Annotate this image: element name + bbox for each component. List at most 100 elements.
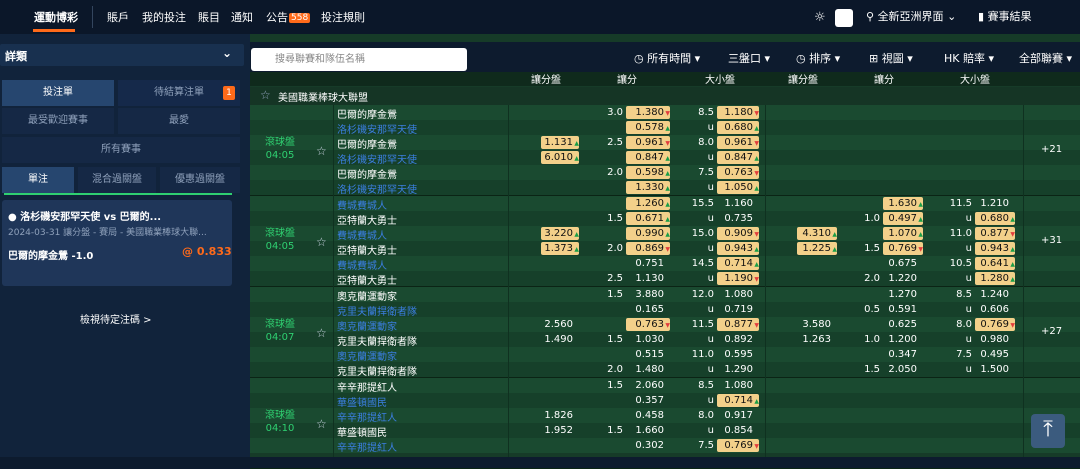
search-input[interactable]: 搜尋聯賽和隊伍名稱: [251, 48, 467, 71]
moneyline-odds[interactable]: 1.952: [541, 425, 573, 436]
handicap-odds-1h[interactable]: 1.220: [883, 273, 917, 284]
handicap-odds[interactable]: 0.302: [626, 440, 664, 451]
total-odds[interactable]: 0.714 ▲: [717, 394, 759, 407]
view-select[interactable]: ⊞ 視圖 ▾: [869, 50, 913, 66]
nav-rules[interactable]: 投注規則: [321, 9, 365, 25]
odds-type-select[interactable]: 三盤口 ▾: [728, 50, 770, 66]
handicap-odds-1h[interactable]: 0.347: [883, 349, 917, 360]
handicap-odds-1h[interactable]: 2.050: [883, 364, 917, 375]
handicap-odds[interactable]: 0.598 ▲: [626, 166, 670, 179]
details-header[interactable]: 詳類 ⌄: [0, 44, 244, 66]
total-odds[interactable]: 0.909 ▼: [717, 227, 759, 240]
moneyline-odds-1h[interactable]: 3.580: [797, 319, 831, 330]
more-markets-button[interactable]: +31: [1041, 235, 1062, 246]
handicap-odds[interactable]: 0.847 ▲: [626, 151, 670, 164]
total-odds[interactable]: 0.595: [717, 349, 753, 360]
league-select[interactable]: 全部聯賽 ▾: [1019, 50, 1072, 66]
total-odds[interactable]: 0.735: [717, 213, 753, 224]
total-odds[interactable]: 1.160: [717, 198, 753, 209]
nav-sports[interactable]: 運動博彩: [34, 9, 78, 25]
tab-all-events[interactable]: 所有賽事: [2, 137, 240, 163]
handicap-odds[interactable]: 0.763 ▼: [626, 318, 670, 331]
results-link[interactable]: ▮ 賽事結果: [978, 8, 1032, 24]
odds-format-select[interactable]: HK 賠率 ▾: [944, 50, 994, 66]
view-pending-link[interactable]: 檢視待定注碼 >: [80, 311, 152, 326]
total-odds[interactable]: 0.763 ▼: [717, 166, 759, 179]
total-odds-1h[interactable]: 0.769 ▼: [975, 318, 1015, 331]
handicap-odds[interactable]: 1.260 ▲: [626, 197, 670, 210]
total-odds[interactable]: 0.680 ▲: [717, 121, 759, 134]
handicap-odds[interactable]: 1.330 ▲: [626, 181, 670, 194]
sun-icon[interactable]: ☼: [814, 10, 826, 25]
star-icon[interactable]: ☆: [316, 144, 327, 158]
total-odds[interactable]: 1.180 ▼: [717, 106, 759, 119]
moneyline-odds[interactable]: 1.131 ▲: [541, 136, 579, 149]
tab-parlay[interactable]: 混合過關盤: [78, 167, 156, 193]
nav-statement[interactable]: 賬目: [198, 9, 220, 25]
handicap-odds[interactable]: 1.480: [626, 364, 664, 375]
tab-bet-slip[interactable]: 投注單: [2, 80, 114, 106]
handicap-odds[interactable]: 1.660: [626, 425, 664, 436]
tab-promo-parlay[interactable]: 優惠過關盤: [160, 167, 240, 193]
handicap-odds[interactable]: 1.380 ▼: [626, 106, 670, 119]
handicap-odds[interactable]: 0.961 ▼: [626, 136, 670, 149]
total-odds[interactable]: 1.050 ▲: [717, 181, 759, 194]
handicap-odds-1h[interactable]: 0.591: [883, 304, 917, 315]
total-odds[interactable]: 1.080: [717, 380, 753, 391]
star-icon[interactable]: ☆: [316, 417, 327, 431]
handicap-odds[interactable]: 0.869 ▼: [626, 242, 670, 255]
tab-pending[interactable]: 待結算注單: [118, 80, 240, 106]
handicap-odds[interactable]: 2.060: [626, 380, 664, 391]
handicap-odds[interactable]: 0.357: [626, 395, 664, 406]
handicap-odds-1h[interactable]: 0.675: [883, 258, 917, 269]
sort-select[interactable]: ◷ 排序 ▾: [796, 50, 840, 66]
total-odds[interactable]: 0.917: [717, 410, 753, 421]
handicap-odds[interactable]: 0.990 ▲: [626, 227, 670, 240]
total-odds-1h[interactable]: 0.680 ▲: [975, 212, 1015, 225]
nav-my-bets[interactable]: 我的投注: [142, 9, 186, 25]
handicap-odds[interactable]: 0.751: [626, 258, 664, 269]
moneyline-odds[interactable]: 3.220 ▲: [541, 227, 579, 240]
moneyline-odds[interactable]: 1.826: [541, 410, 573, 421]
tab-single[interactable]: 單注: [2, 167, 74, 193]
handicap-odds-1h[interactable]: 1.070 ▲: [883, 227, 923, 240]
handicap-odds[interactable]: 0.165: [626, 304, 664, 315]
total-odds[interactable]: 0.714 ▲: [717, 257, 759, 270]
total-odds-1h[interactable]: 1.240: [975, 289, 1009, 300]
tab-favorites[interactable]: 最愛: [118, 108, 240, 134]
handicap-odds-1h[interactable]: 1.270: [883, 289, 917, 300]
view-switch[interactable]: ⚲ 全新亞洲界面 ⌄: [866, 8, 956, 24]
moneyline-odds[interactable]: 2.560: [541, 319, 573, 330]
total-odds[interactable]: 1.290: [717, 364, 753, 375]
handicap-odds[interactable]: 0.458: [626, 410, 664, 421]
league-header[interactable]: ☆ 美國職業棒球大聯盟: [250, 87, 1080, 105]
star-icon[interactable]: ☆: [260, 88, 271, 102]
total-odds[interactable]: 0.943 ▲: [717, 242, 759, 255]
handicap-odds[interactable]: 1.030: [626, 334, 664, 345]
handicap-odds[interactable]: 0.515: [626, 349, 664, 360]
handicap-odds-1h[interactable]: 0.625: [883, 319, 917, 330]
nav-announcements[interactable]: 公告 558: [266, 9, 311, 25]
handicap-odds[interactable]: 1.130: [626, 273, 664, 284]
moneyline-odds[interactable]: 1.373 ▲: [541, 242, 579, 255]
nav-account[interactable]: 賬戶: [107, 9, 129, 25]
handicap-odds-1h[interactable]: 1.630 ▲: [883, 197, 923, 210]
total-odds-1h[interactable]: 1.500: [975, 364, 1009, 375]
total-odds[interactable]: 0.719: [717, 304, 753, 315]
total-odds[interactable]: 0.961 ▼: [717, 136, 759, 149]
moneyline-odds-1h[interactable]: 4.310 ▲: [797, 227, 837, 240]
total-odds[interactable]: 0.854: [717, 425, 753, 436]
handicap-odds[interactable]: 0.671 ▲: [626, 212, 670, 225]
tab-popular[interactable]: 最受歡迎賽事: [2, 108, 114, 134]
moneyline-odds-1h[interactable]: 1.263: [797, 334, 831, 345]
more-markets-button[interactable]: +27: [1041, 326, 1062, 337]
total-odds-1h[interactable]: 0.943 ▲: [975, 242, 1015, 255]
handicap-odds[interactable]: 3.880: [626, 289, 664, 300]
nav-notifications[interactable]: 通知: [231, 9, 253, 25]
total-odds[interactable]: 1.080: [717, 289, 753, 300]
bet-card[interactable]: ● 洛杉磯安那罕天使 vs 巴爾的... 2024-03-31 讓分盤 - 賽局…: [2, 200, 232, 286]
total-odds-1h[interactable]: 1.210: [975, 198, 1009, 209]
total-odds[interactable]: 0.769 ▼: [717, 439, 759, 452]
moneyline-odds[interactable]: 1.490: [541, 334, 573, 345]
total-odds-1h[interactable]: 0.495: [975, 349, 1009, 360]
